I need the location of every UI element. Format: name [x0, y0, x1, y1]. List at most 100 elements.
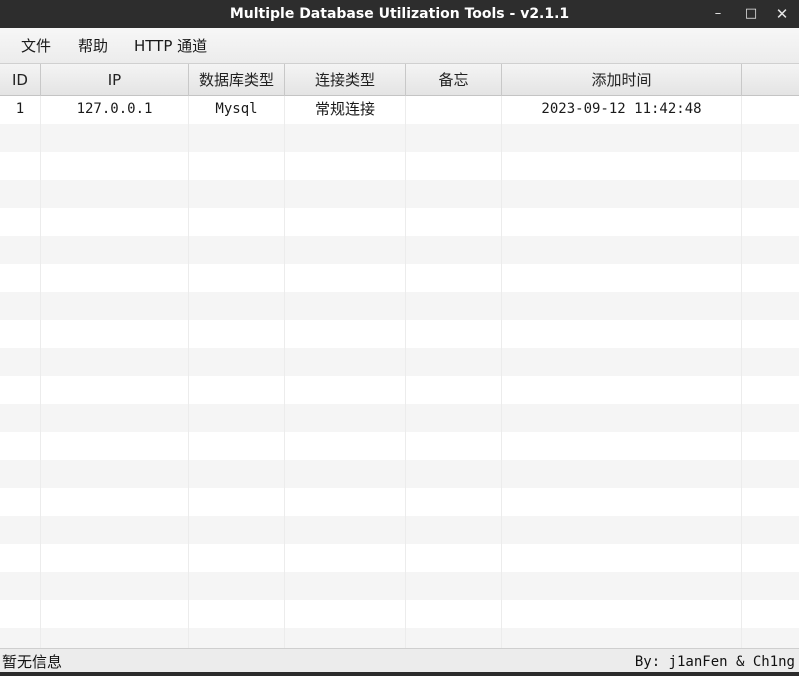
- empty-table-row[interactable]: [0, 264, 799, 292]
- empty-cell: [41, 488, 189, 516]
- maximize-icon[interactable]: □: [740, 3, 762, 25]
- cell-memo: [406, 96, 502, 124]
- empty-cell: [41, 208, 189, 236]
- empty-cell: [285, 236, 406, 264]
- empty-cell: [0, 600, 41, 628]
- empty-cell: [189, 376, 285, 404]
- empty-table-row[interactable]: [0, 236, 799, 264]
- empty-cell: [189, 180, 285, 208]
- empty-table-row[interactable]: [0, 600, 799, 628]
- close-icon[interactable]: ✕: [771, 3, 793, 25]
- empty-cell: [0, 572, 41, 600]
- empty-table-row[interactable]: [0, 292, 799, 320]
- empty-cell: [742, 544, 799, 572]
- empty-cell: [285, 516, 406, 544]
- column-header-db-type[interactable]: 数据库类型: [189, 64, 285, 96]
- empty-table-row[interactable]: [0, 376, 799, 404]
- empty-cell: [502, 124, 742, 152]
- empty-table-row[interactable]: [0, 320, 799, 348]
- empty-table-row[interactable]: [0, 152, 799, 180]
- empty-cell: [285, 320, 406, 348]
- column-header-conn-type[interactable]: 连接类型: [285, 64, 406, 96]
- empty-cell: [41, 236, 189, 264]
- empty-table-row[interactable]: [0, 432, 799, 460]
- empty-cell: [502, 488, 742, 516]
- menu-http-channel[interactable]: HTTP 通道: [133, 28, 208, 64]
- empty-table-row[interactable]: [0, 516, 799, 544]
- empty-table-row[interactable]: [0, 124, 799, 152]
- empty-table-row[interactable]: [0, 180, 799, 208]
- empty-cell: [502, 180, 742, 208]
- cell-db-type: Mysql: [189, 96, 285, 124]
- empty-table-row[interactable]: [0, 208, 799, 236]
- empty-cell: [41, 404, 189, 432]
- empty-cell: [0, 376, 41, 404]
- empty-cell: [41, 544, 189, 572]
- empty-cell: [189, 404, 285, 432]
- empty-cell: [285, 488, 406, 516]
- empty-table-row[interactable]: [0, 460, 799, 488]
- empty-cell: [0, 488, 41, 516]
- empty-cell: [742, 460, 799, 488]
- empty-cell: [41, 152, 189, 180]
- minimize-icon[interactable]: –: [707, 3, 729, 25]
- column-header-filler: [742, 64, 799, 96]
- empty-table-row[interactable]: [0, 544, 799, 572]
- cell-filler: [742, 96, 799, 124]
- menu-bar: 文件 帮助 HTTP 通道: [0, 28, 799, 64]
- empty-cell: [41, 628, 189, 648]
- empty-cell: [406, 432, 502, 460]
- menu-file[interactable]: 文件: [20, 28, 52, 64]
- status-message: 暂无信息: [2, 653, 63, 671]
- empty-table-row[interactable]: [0, 628, 799, 648]
- empty-cell: [189, 208, 285, 236]
- empty-cell: [285, 264, 406, 292]
- column-header-id[interactable]: ID: [0, 64, 41, 96]
- empty-cell: [406, 320, 502, 348]
- empty-cell: [502, 152, 742, 180]
- empty-cell: [285, 600, 406, 628]
- empty-cell: [406, 180, 502, 208]
- empty-cell: [285, 628, 406, 648]
- empty-cell: [189, 236, 285, 264]
- empty-cell: [0, 180, 41, 208]
- cell-conn-type: 常规连接: [285, 96, 406, 124]
- empty-cell: [285, 572, 406, 600]
- empty-cell: [41, 432, 189, 460]
- empty-table-row[interactable]: [0, 348, 799, 376]
- empty-cell: [0, 404, 41, 432]
- empty-cell: [742, 600, 799, 628]
- empty-cell: [742, 292, 799, 320]
- empty-cell: [742, 488, 799, 516]
- empty-cell: [406, 264, 502, 292]
- empty-cell: [285, 348, 406, 376]
- empty-cell: [189, 348, 285, 376]
- table-row[interactable]: 1 127.0.0.1 Mysql 常规连接 2023-09-12 11:42:…: [0, 96, 799, 124]
- column-header-ip[interactable]: IP: [41, 64, 189, 96]
- window-titlebar[interactable]: Multiple Database Utilization Tools - v2…: [0, 0, 799, 28]
- empty-cell: [41, 600, 189, 628]
- column-header-memo[interactable]: 备忘: [406, 64, 502, 96]
- empty-cell: [189, 600, 285, 628]
- empty-cell: [0, 348, 41, 376]
- empty-cell: [41, 124, 189, 152]
- empty-cell: [502, 292, 742, 320]
- empty-cell: [0, 628, 41, 648]
- empty-cell: [41, 572, 189, 600]
- connections-table[interactable]: ID IP 数据库类型 连接类型 备忘 添加时间 1 127.0.0.1 Mys…: [0, 64, 799, 648]
- empty-table-row[interactable]: [0, 404, 799, 432]
- empty-table-row[interactable]: [0, 488, 799, 516]
- empty-cell: [41, 264, 189, 292]
- empty-cell: [189, 264, 285, 292]
- empty-cell: [742, 376, 799, 404]
- empty-table-row[interactable]: [0, 572, 799, 600]
- empty-cell: [189, 572, 285, 600]
- menu-help[interactable]: 帮助: [77, 28, 109, 64]
- empty-cell: [189, 488, 285, 516]
- empty-cell: [0, 152, 41, 180]
- column-header-added-time[interactable]: 添加时间: [502, 64, 742, 96]
- cell-ip: 127.0.0.1: [41, 96, 189, 124]
- empty-cell: [285, 404, 406, 432]
- credit-text: By: j1anFen & Ch1ng: [634, 654, 795, 670]
- empty-cell: [285, 292, 406, 320]
